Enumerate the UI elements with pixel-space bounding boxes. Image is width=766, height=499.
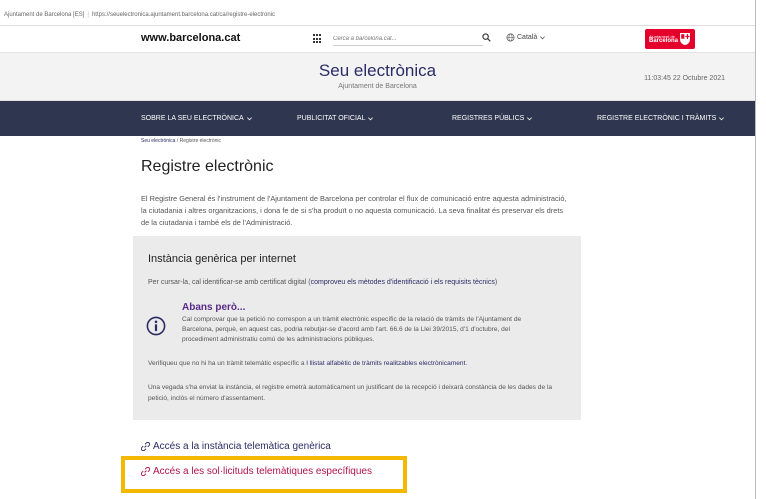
page-title: Registre electrònic bbox=[141, 158, 274, 175]
chevron-down-icon bbox=[368, 117, 374, 121]
info-icon bbox=[146, 316, 166, 336]
url-text[interactable]: https://seuelectronica.ajuntament.barcel… bbox=[92, 12, 275, 18]
cursar-suffix: ) bbox=[494, 279, 498, 286]
browser-window: Ajuntament de Barcelona [ES] | https://seu… bbox=[0, 0, 756, 499]
site-header: Seu electrònica Ajuntament de Barcelona … bbox=[0, 53, 755, 101]
link-icon bbox=[141, 442, 150, 451]
panel-title: Instància genèrica per internet bbox=[148, 253, 296, 265]
logo-big-text: Barcelona bbox=[649, 38, 679, 44]
chevron-down-icon bbox=[527, 117, 533, 121]
language-label: Català bbox=[517, 34, 538, 41]
abans-title: Abans però... bbox=[182, 302, 246, 313]
nav-item-registres[interactable]: REGISTRES PÚBLICS bbox=[452, 101, 533, 136]
site-title[interactable]: Seu electrònica bbox=[0, 61, 755, 81]
nav-item-publicitat[interactable]: PUBLICITAT OFICIAL bbox=[297, 101, 374, 136]
generic-instance-label: Accés a la instància telemàtica genèrica bbox=[153, 441, 331, 452]
nav-item-label: PUBLICITAT OFICIAL bbox=[297, 115, 366, 122]
nav-item-label: REGISTRES PÚBLICS bbox=[452, 115, 525, 122]
breadcrumb: Seu electrònica / Registre electrònic bbox=[141, 138, 222, 144]
intro-text: El Registre General és l'instrument de l… bbox=[141, 194, 567, 227]
globe-icon bbox=[506, 33, 515, 42]
top-bar: www.barcelona.cat Català Ajuntament deBa… bbox=[0, 26, 755, 53]
search-input[interactable] bbox=[333, 32, 483, 46]
barcelona-logo[interactable]: Ajuntament de Barcelona bbox=[645, 29, 695, 49]
language-selector[interactable]: Català bbox=[506, 33, 546, 42]
main-nav: SOBRE LA SEU ELECTRÒNICA PUBLICITAT OFIC… bbox=[0, 101, 755, 136]
identification-methods-link[interactable]: comproveu els mètodes d'identificació i … bbox=[311, 279, 495, 286]
nav-item-registre-electronic[interactable]: REGISTRE ELECTRÒNIC I TRÀMITS bbox=[597, 101, 725, 136]
address-bar[interactable]: Ajuntament de Barcelona [ES] | https://seu… bbox=[0, 0, 755, 26]
nav-item-label: REGISTRE ELECTRÒNIC I TRÀMITS bbox=[597, 115, 717, 122]
site-identity: Ajuntament de Barcelona [ES] bbox=[4, 12, 85, 18]
cursar-text: Per cursar-la, cal identificar-se amb ce… bbox=[148, 279, 497, 286]
verify-text: Verifiqueu que no hi ha un tràmit telemà… bbox=[148, 360, 467, 367]
site-subtitle: Ajuntament de Barcelona bbox=[338, 83, 417, 90]
clock: 11:03:45 22 Octubre 2021 bbox=[644, 75, 725, 82]
brand-link[interactable]: www.barcelona.cat bbox=[141, 32, 240, 44]
nav-item-sobre[interactable]: SOBRE LA SEU ELECTRÒNICA bbox=[141, 101, 253, 136]
nav-item-label: SOBRE LA SEU ELECTRÒNICA bbox=[141, 115, 244, 122]
highlight-box bbox=[121, 456, 407, 493]
after-text: Una vegada s'ha enviat la instància, el … bbox=[148, 384, 553, 402]
apps-grid-icon[interactable] bbox=[313, 34, 323, 44]
breadcrumb-home[interactable]: Seu electrònica bbox=[141, 138, 175, 144]
breadcrumb-current: Registre electrònic bbox=[179, 138, 222, 144]
chevron-down-icon bbox=[540, 36, 546, 40]
chevron-down-icon bbox=[719, 117, 725, 121]
shield-icon bbox=[680, 33, 690, 45]
verify-prefix: Verifiqueu que no hi ha un tràmit telemà… bbox=[148, 360, 307, 367]
alphabetic-list-link[interactable]: l llistat alfabètic de tràmits realitzab… bbox=[306, 360, 465, 367]
verify-suffix: . bbox=[465, 360, 468, 367]
cursar-prefix: Per cursar-la, cal identificar-se amb ce… bbox=[148, 279, 311, 286]
chevron-down-icon bbox=[246, 117, 252, 121]
abans-text: Cal comprovar que la petició no correspo… bbox=[182, 316, 522, 343]
instancia-panel: Instància genèrica per internet Per curs… bbox=[133, 236, 581, 420]
generic-instance-link[interactable]: Accés a la instància telemàtica genèrica bbox=[141, 441, 331, 452]
search-icon[interactable] bbox=[482, 33, 491, 42]
main-content: Seu electrònica / Registre electrònic Re… bbox=[141, 138, 601, 229]
